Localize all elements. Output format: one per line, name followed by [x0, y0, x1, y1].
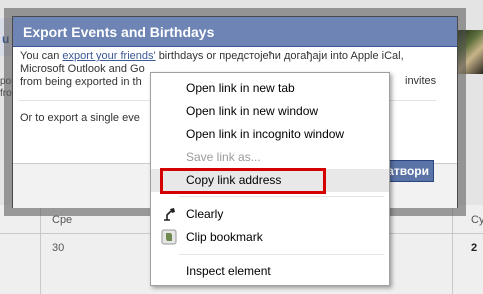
menu-item-inspect-element[interactable]: Inspect element — [151, 260, 389, 283]
calendar-weekday-header: Сре — [52, 214, 73, 226]
calendar-date: 2 — [471, 242, 478, 254]
dialog-body-text-right: invites — [405, 75, 437, 87]
calendar-date: 30 — [52, 242, 65, 254]
menu-item-label: Open link in new window — [186, 104, 319, 118]
menu-item-open-incognito[interactable]: Open link in incognito window — [151, 123, 389, 146]
menu-separator — [179, 254, 384, 255]
menu-item-label: Open link in incognito window — [186, 127, 345, 141]
dialog-body-line: You can export your friends' birthdays o… — [20, 50, 440, 63]
menu-item-clearly[interactable]: Clearly — [151, 203, 389, 226]
export-friends-link[interactable]: export your friends' — [62, 50, 155, 62]
menu-item-clip-bookmark[interactable]: Clip bookmark — [151, 226, 389, 249]
menu-item-open-new-tab[interactable]: Open link in new tab — [151, 77, 389, 100]
menu-item-label: Open link in new tab — [186, 81, 295, 95]
dialog-body-text: birthdays or предстојећи догађаји into A… — [158, 50, 404, 62]
dialog-single-event-text: Or to export a single eve — [20, 112, 140, 124]
menu-item-label: Clearly — [186, 207, 224, 221]
copy-link-highlight-annotation — [160, 168, 326, 194]
background-photo-thumbnail — [457, 30, 483, 74]
menu-separator — [179, 196, 384, 197]
dialog-body-text: You can — [20, 50, 60, 62]
menu-item-label: Save link as... — [186, 150, 261, 164]
calendar-divider — [452, 205, 453, 294]
menu-item-label: Inspect element — [186, 264, 271, 278]
calendar-divider — [40, 205, 41, 294]
calendar-weekday-header: Су — [471, 214, 483, 226]
dialog-title: Export Events and Birthdays — [13, 17, 457, 47]
menu-item-label: Clip bookmark — [186, 230, 263, 244]
menu-item-save-link-as: Save link as... — [151, 146, 389, 169]
evernote-clip-icon — [161, 229, 177, 245]
clearly-lamp-icon — [161, 206, 177, 222]
background-header-initial: u — [2, 32, 10, 46]
menu-item-open-new-window[interactable]: Open link in new window — [151, 100, 389, 123]
